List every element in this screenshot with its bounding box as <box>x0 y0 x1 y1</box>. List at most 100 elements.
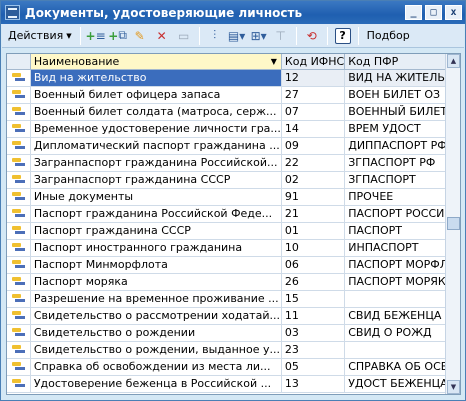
cell-code-ifns[interactable]: 27 <box>281 86 346 104</box>
cell-name[interactable]: Свидетельство о рождении, выданное у... <box>30 341 282 359</box>
cell-code-pfr[interactable]: ДИППАСПОРТ РФ <box>344 137 460 155</box>
cell-code-pfr[interactable] <box>344 290 460 308</box>
cell-code-pfr[interactable]: СВИД БЕЖЕНЦА <box>344 307 460 325</box>
table-row[interactable]: Удостоверение беженца в Российской ... 13… <box>7 375 460 393</box>
cell-name[interactable]: Разрешение на временное проживание ... <box>30 290 282 308</box>
cell-code-ifns[interactable]: 14 <box>281 120 346 138</box>
delete-mark-icon[interactable]: ✕ <box>151 26 173 46</box>
cell-name[interactable]: Свидетельство о рождении <box>30 324 282 342</box>
cell-code-ifns[interactable]: 21 <box>281 205 346 223</box>
add-item-icon[interactable]: + ≡ <box>85 26 107 46</box>
cell-code-pfr[interactable]: ЗГПАСПОРТ РФ <box>344 154 460 172</box>
cell-code-ifns[interactable]: 23 <box>281 341 346 359</box>
cell-code-pfr[interactable]: СВИД О РОЖД <box>344 324 460 342</box>
cell-code-pfr[interactable]: ЗГПАСПОРТ <box>344 171 460 189</box>
cell-code-pfr[interactable]: ВОЕННЫЙ БИЛЕТ <box>344 103 460 121</box>
filter-icon[interactable]: ⫶ <box>204 26 226 46</box>
cell-name[interactable]: Военный билет офицера запаса <box>30 86 282 104</box>
column-header-code-pfr[interactable]: Код ПФР <box>344 54 460 70</box>
table-row[interactable]: Паспорт моряка 26 ПАСПОРТ МОРЯКА <box>7 273 460 291</box>
minimize-button[interactable]: _ <box>405 5 422 20</box>
cell-code-ifns[interactable]: 11 <box>281 307 346 325</box>
cell-code-pfr[interactable]: ИНПАСПОРТ <box>344 239 460 257</box>
table-row[interactable]: Военный билет офицера запаса 27 ВОЕН БИЛЕТ… <box>7 86 460 104</box>
cell-code-pfr[interactable]: ПРОЧЕЕ <box>344 188 460 206</box>
cell-code-ifns[interactable]: 91 <box>281 188 346 206</box>
cell-name[interactable]: Загранпаспорт гражданина Российской... <box>30 154 282 172</box>
cell-name[interactable]: Загранпаспорт гражданина СССР <box>30 171 282 189</box>
cell-code-pfr[interactable]: ПАСПОРТ МОРФЛТ <box>344 256 460 274</box>
cell-name[interactable]: Паспорт иностранного гражданина <box>30 239 282 257</box>
clear-filter-icon[interactable]: ⊤ <box>270 26 292 46</box>
vertical-scrollbar[interactable]: ▲ ▼ <box>445 54 460 394</box>
table-row[interactable]: Паспорт гражданина Российской Феде... 21 П… <box>7 205 460 223</box>
filter-settings-icon[interactable]: ▤▾ <box>226 26 248 46</box>
cell-name[interactable]: Временное удостоверение личности гра... <box>30 120 282 138</box>
cell-name[interactable]: Паспорт гражданина СССР <box>30 222 282 240</box>
scroll-up-icon[interactable]: ▲ <box>447 54 460 68</box>
cell-code-ifns[interactable]: 15 <box>281 290 346 308</box>
table-row[interactable]: Загранпаспорт гражданина Российской... 22… <box>7 154 460 172</box>
post-icon[interactable]: ▭ <box>173 26 195 46</box>
table-row[interactable]: Временное удостоверение личности гра... 1… <box>7 120 460 138</box>
cell-code-pfr[interactable]: ВРЕМ УДОСТ <box>344 120 460 138</box>
cell-name[interactable]: Иные документы <box>30 188 282 206</box>
actions-menu[interactable]: Действия ▼ <box>8 29 72 42</box>
table-row[interactable]: Паспорт гражданина СССР 01 ПАСПОРТ <box>7 222 460 240</box>
column-header-name[interactable]: Наименование ▼ <box>30 54 282 70</box>
cell-code-pfr[interactable]: УДОСТ БЕЖЕНЦА <box>344 375 460 393</box>
table-row[interactable]: Загранпаспорт гражданина СССР 02 ЗГПАСПОРТ <box>7 171 460 189</box>
cell-code-ifns[interactable]: 05 <box>281 358 346 376</box>
table-row[interactable]: Дипломатический паспорт гражданина ... 09… <box>7 137 460 155</box>
cell-name[interactable]: Военный билет солдата (матроса, серж... <box>30 103 282 121</box>
cell-code-pfr[interactable]: ВОЕН БИЛЕТ ОЗ <box>344 86 460 104</box>
cell-name[interactable]: Свидетельство о рассмотрении ходатай... <box>30 307 282 325</box>
scroll-down-icon[interactable]: ▼ <box>447 380 460 394</box>
cell-code-ifns[interactable]: 02 <box>281 171 346 189</box>
cell-code-ifns[interactable]: 12 <box>281 69 346 87</box>
cell-code-ifns[interactable]: 06 <box>281 256 346 274</box>
cell-name[interactable]: Дипломатический паспорт гражданина ... <box>30 137 282 155</box>
maximize-button[interactable]: □ <box>425 5 442 20</box>
cell-code-pfr[interactable]: ПАСПОРТ МОРЯКА <box>344 273 460 291</box>
cell-name[interactable]: Паспорт гражданина Российской Феде... <box>30 205 282 223</box>
cell-code-ifns[interactable]: 09 <box>281 137 346 155</box>
cell-code-pfr[interactable]: СПРАВКА ОБ ОСВ <box>344 358 460 376</box>
column-header-code-ifns[interactable]: Код ИФНС <box>281 54 346 70</box>
cell-code-pfr[interactable] <box>344 341 460 359</box>
table-row[interactable]: Справка об освобождении из места ли... 05… <box>7 358 460 376</box>
cell-code-ifns[interactable]: 03 <box>281 324 346 342</box>
cell-code-ifns[interactable]: 22 <box>281 154 346 172</box>
filter-list-icon[interactable]: ⊞▾ <box>248 26 270 46</box>
cell-code-ifns[interactable]: 13 <box>281 375 346 393</box>
table-row[interactable]: Свидетельство о рассмотрении ходатай... 1… <box>7 307 460 325</box>
cell-code-ifns[interactable]: 07 <box>281 103 346 121</box>
table-row[interactable]: Вид на жительство 12 ВИД НА ЖИТЕЛЬ <box>7 69 460 87</box>
cell-code-ifns[interactable]: 26 <box>281 273 346 291</box>
table-row[interactable]: Паспорт иностранного гражданина 10 ИНПАСПО… <box>7 239 460 257</box>
table-row[interactable]: Свидетельство о рождении 03 СВИД О РОЖД <box>7 324 460 342</box>
cell-code-pfr[interactable]: ПАСПОРТ <box>344 222 460 240</box>
table-row[interactable]: Военный билет солдата (матроса, серж... 0… <box>7 103 460 121</box>
cell-name[interactable]: Паспорт Минморфлота <box>30 256 282 274</box>
table-row[interactable]: Иные документы 91 ПРОЧЕЕ <box>7 188 460 206</box>
help-button[interactable]: ? <box>334 27 351 44</box>
cell-name[interactable]: Вид на жительство <box>30 69 282 87</box>
copy-item-icon[interactable]: + ⧉ <box>107 26 129 46</box>
cell-code-ifns[interactable]: 10 <box>281 239 346 257</box>
cell-code-pfr[interactable]: ПАСПОРТ РОССИИ <box>344 205 460 223</box>
refresh-icon[interactable]: ⟲ <box>301 26 323 46</box>
cell-code-ifns[interactable]: 01 <box>281 222 346 240</box>
edit-item-icon[interactable]: ✎ <box>129 26 151 46</box>
scroll-thumb[interactable] <box>447 217 460 230</box>
close-button[interactable]: x <box>445 5 462 20</box>
cell-code-pfr[interactable]: ВИД НА ЖИТЕЛЬ <box>344 69 460 87</box>
table-row[interactable]: Разрешение на временное проживание ... 15 <box>7 290 460 308</box>
cell-name[interactable]: Удостоверение беженца в Российской ... <box>30 375 282 393</box>
cell-name[interactable]: Паспорт моряка <box>30 273 282 291</box>
cell-name[interactable]: Справка об освобождении из места ли... <box>30 358 282 376</box>
table-row[interactable]: Свидетельство о рождении, выданное у... 2… <box>7 341 460 359</box>
table-row[interactable]: Паспорт Минморфлота 06 ПАСПОРТ МОРФЛТ <box>7 256 460 274</box>
title-bar[interactable]: Документы, удостоверяющие личность _ □ x <box>1 1 465 24</box>
select-button[interactable]: Подбор <box>367 29 410 42</box>
